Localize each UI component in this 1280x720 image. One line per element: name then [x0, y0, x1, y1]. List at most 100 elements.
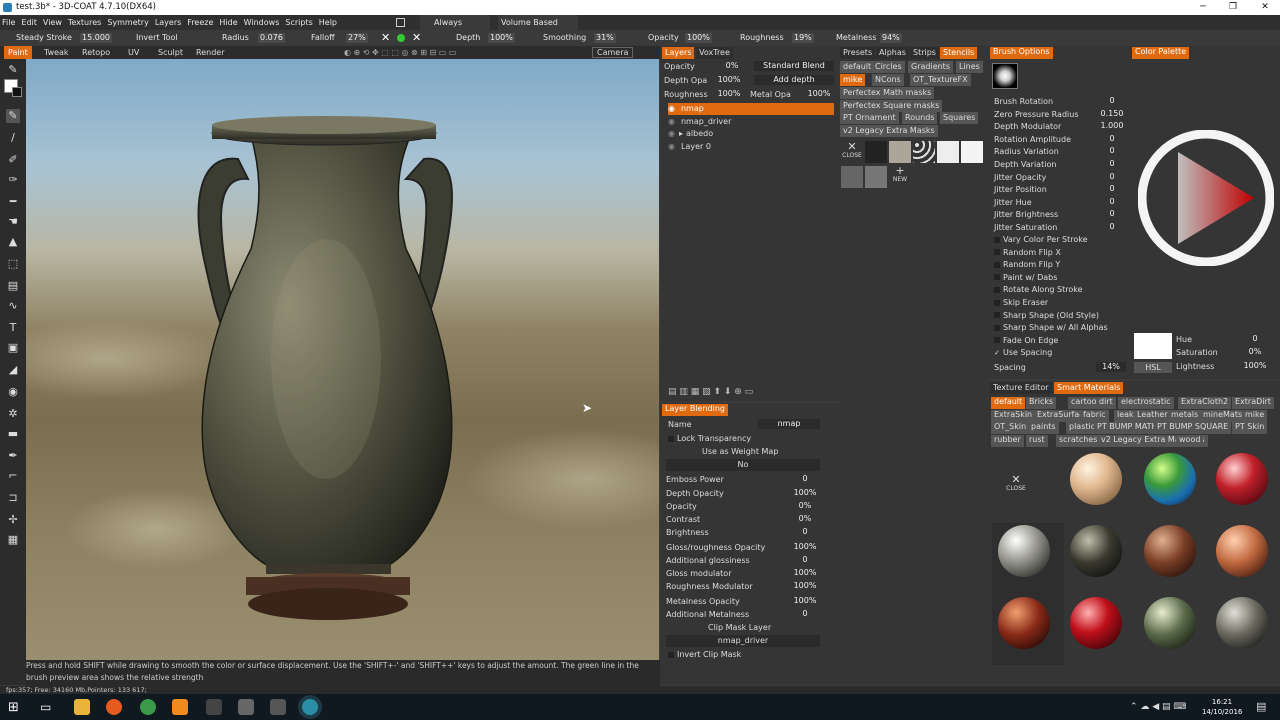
tab-color-palette[interactable]: Color Palette — [1132, 47, 1190, 59]
layer-tool-icon[interactable]: ▤ — [6, 279, 20, 293]
layer-name-input[interactable]: nmap — [758, 419, 820, 429]
app-icon[interactable] — [270, 699, 286, 715]
stencil-thumb[interactable] — [913, 141, 935, 163]
material-sphere[interactable] — [1216, 453, 1268, 505]
stencil-set-mike[interactable]: mike — [840, 74, 866, 86]
stencil-set-v2-legacy[interactable]: v2 Legacy Extra Masks — [840, 125, 938, 137]
layer-action-icons[interactable]: ▤ ▥ ▦ ▧ ⬆ ⬇ ⊕ ▭ — [668, 386, 753, 398]
hue-value[interactable]: 0 — [1236, 334, 1274, 344]
invert-clip-mask-checkbox[interactable]: Invert Clip Mask — [668, 649, 741, 661]
close-stencil-button[interactable]: ✕ CLOSE — [842, 141, 862, 164]
material-set-tab[interactable]: mike — [1242, 409, 1268, 422]
clock[interactable]: 16:21 14/10/2016 — [1202, 697, 1242, 717]
current-color-swatch[interactable] — [1134, 333, 1172, 359]
clapper-icon[interactable] — [206, 699, 222, 715]
blend-param-value[interactable]: 100% — [790, 542, 820, 552]
material-set-tab[interactable]: electrostatic — [1118, 397, 1174, 409]
pen-tool-icon[interactable]: ✒ — [6, 449, 20, 463]
material-set-tab[interactable]: PT BUMP SQUARE — [1154, 422, 1232, 435]
firefox-icon[interactable] — [106, 699, 122, 715]
metalness-value[interactable]: 94% — [880, 33, 902, 43]
line-tool-icon[interactable]: ━ — [6, 195, 20, 209]
material-sphere[interactable] — [1216, 597, 1268, 649]
eye-tool-icon[interactable]: ◉ — [6, 385, 20, 399]
brush-option-checkbox[interactable]: Vary Color Per Stroke — [994, 234, 1088, 246]
eraser-tool-icon[interactable]: ◢ — [6, 363, 20, 377]
falloff-value[interactable]: 27% — [346, 33, 368, 43]
material-sphere[interactable] — [1070, 597, 1122, 649]
tab-paint[interactable]: Paint — [4, 46, 32, 59]
material-set-tab[interactable]: PT BUMP MATH — [1094, 422, 1161, 435]
smudge-tool-icon[interactable]: ☚ — [6, 215, 20, 229]
close-x-icon[interactable]: ✕ — [381, 30, 390, 46]
material-set-tab[interactable]: wood — [1176, 434, 1204, 447]
blend-param-value[interactable]: 0 — [790, 527, 820, 537]
material-sphere[interactable] — [1070, 525, 1122, 577]
invert-tool-toggle[interactable]: Invert Tool — [136, 30, 178, 46]
lightness-value[interactable]: 100% — [1236, 361, 1274, 371]
stencil-set-perfectex-math[interactable]: Perfectex Math masks — [840, 87, 935, 99]
brush-param-value[interactable]: 0 — [1098, 209, 1126, 219]
cross-icon[interactable]: ✕ — [412, 30, 421, 46]
material-sphere[interactable] — [1070, 453, 1122, 505]
smoothing-value[interactable]: 31% — [594, 33, 616, 43]
depth-mode-dropdown[interactable]: Add depth — [754, 75, 834, 85]
brush-option-checkbox[interactable]: Random Flip Y — [994, 259, 1060, 271]
brush-param-value[interactable]: 0 — [1098, 172, 1126, 182]
stencil-thumb[interactable] — [961, 141, 983, 163]
depth-value[interactable]: 100% — [488, 33, 515, 43]
menu-scripts[interactable]: Scripts — [285, 15, 312, 30]
radius-value[interactable]: 0.076 — [258, 33, 285, 43]
3dcoat-icon[interactable] — [302, 699, 318, 715]
checkbox-box[interactable] — [994, 324, 1000, 331]
brush-param-value[interactable]: 0 — [1098, 134, 1126, 144]
stencil-thumb[interactable] — [937, 141, 959, 163]
tab-texture-editor[interactable]: Texture Editor — [990, 382, 1052, 394]
material-set-tab[interactable]: dirt — [1096, 397, 1116, 409]
depth-opacity-value[interactable]: 100% — [716, 75, 742, 85]
checkbox-box[interactable] — [994, 249, 1000, 256]
brush-param-value[interactable]: 0 — [1098, 159, 1126, 169]
layer-row-nmap[interactable]: ◉ nmap — [668, 103, 834, 115]
menu-hide[interactable]: Hide — [219, 15, 237, 30]
brush-option-checkbox[interactable]: ✓ Use Spacing — [994, 347, 1052, 359]
new-stencil-button[interactable]: + NEW — [889, 165, 911, 188]
brush-option-checkbox[interactable]: Rotate Along Stroke — [994, 284, 1083, 296]
brush-param-value[interactable]: 0 — [1098, 96, 1126, 106]
material-set-tab[interactable]: paints — [1028, 422, 1059, 435]
paint-tool-icon[interactable]: ✎ — [6, 109, 20, 123]
stencil-set-default[interactable]: default — [840, 61, 875, 73]
steady-stroke-label[interactable]: Steady Stroke — [16, 30, 72, 46]
material-set-tab[interactable]: scratches — [1056, 434, 1101, 447]
stencil-set-rounds[interactable]: Rounds — [902, 112, 938, 124]
viewport-nav-icons[interactable]: ◐ ⊕ ⟲ ✥ ⬚ ⬚ ◎ ⊗ ⊞ ⊟ ▭ ▭ — [340, 46, 460, 59]
checkbox-box[interactable] — [994, 299, 1000, 306]
secondary-color-swatch[interactable] — [12, 87, 22, 97]
blend-param-value[interactable]: 100% — [790, 568, 820, 578]
material-set-tab[interactable]: ExtraSkin — [991, 409, 1036, 422]
brush-option-checkbox[interactable]: Fade On Edge — [994, 335, 1058, 347]
notification-icon[interactable]: ▤ — [1256, 700, 1266, 713]
brush-param-value[interactable]: 1.000 — [1098, 121, 1126, 131]
ruler-tool-icon[interactable]: ▦ — [6, 533, 20, 547]
close-materials-button[interactable]: ✕ CLOSE — [1004, 474, 1028, 497]
material-set-tab[interactable]: default — [991, 397, 1026, 409]
tab-stencils[interactable]: Stencils — [940, 47, 978, 59]
minimize-button[interactable]: ─ — [1188, 0, 1218, 15]
stencil-set-pt-ornament[interactable]: PT Ornament — [840, 112, 899, 124]
checkbox-box[interactable] — [994, 337, 1000, 344]
material-set-tab[interactable]: metals — [1168, 409, 1202, 422]
blend-param-value[interactable]: 100% — [790, 488, 820, 498]
tab-sculpt[interactable]: Sculpt — [154, 46, 187, 59]
roughness-value[interactable]: 19% — [792, 33, 814, 43]
brush-option-checkbox[interactable]: Skip Eraser — [994, 297, 1048, 309]
brush-option-checkbox[interactable]: Paint w/ Dabs — [994, 272, 1057, 284]
material-sphere[interactable] — [1144, 525, 1196, 577]
color-wheel[interactable] — [1138, 130, 1274, 266]
transform-tool-icon[interactable]: ⊐ — [6, 491, 20, 505]
always-checkbox[interactable] — [396, 18, 405, 27]
stencil-set-perfectex-square[interactable]: Perfectex Square masks — [840, 100, 943, 112]
menu-freeze[interactable]: Freeze — [187, 15, 213, 30]
checkbox-box[interactable] — [994, 286, 1000, 293]
menu-layers[interactable]: Layers — [155, 15, 181, 30]
